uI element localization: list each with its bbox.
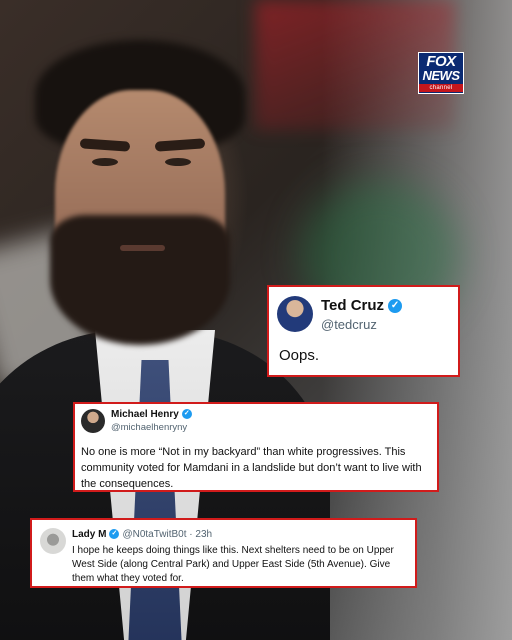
avatar [277, 296, 313, 332]
verified-check-icon: ✓ [181, 409, 192, 420]
tweet-card-michael-henry: Michael Henry ✓ @michaelhenryny No one is… [73, 402, 439, 492]
tweet-author: Ted Cruz ✓ [321, 297, 403, 314]
tweet-author-name: Ted Cruz [321, 297, 385, 314]
avatar [40, 528, 66, 554]
verified-check-icon: ✓ [109, 529, 120, 540]
photo-left-eye [92, 158, 118, 166]
tweet-timestamp: · 23h [189, 529, 213, 540]
tweet-text: No one is more “Not in my backyard” than… [81, 446, 422, 490]
logo-line2: NEWS [422, 68, 461, 83]
fox-news-logo: FOX NEWS channel [418, 52, 464, 94]
tweet-handle: @tedcruz [321, 317, 377, 332]
tweet-author: Lady M ✓ @N0taTwitB0t · 23h [72, 529, 212, 540]
tweet-author-name: Michael Henry [111, 409, 179, 420]
news-graphic: FOX NEWS channel Ted Cruz ✓ @tedcruz Oops… [0, 0, 512, 640]
photo-mouth [120, 245, 165, 251]
avatar [81, 409, 105, 433]
logo-line1: FOX [426, 53, 456, 70]
tweet-handle: @N0taTwitB0t [122, 529, 187, 540]
tweet-card-lady-m: Lady M ✓ @N0taTwitB0t · 23h I hope he keep… [30, 518, 417, 588]
verified-check-icon: ✓ [388, 299, 403, 314]
photo-right-eye [165, 158, 191, 166]
tweet-author-name: Lady M [72, 529, 107, 540]
tweet-handle: @michaelhenryny [111, 422, 188, 433]
tweet-text: I hope he keeps doing things like this. … [72, 545, 394, 584]
tweet-text: Oops. [279, 347, 320, 364]
logo-line3: channel [419, 84, 463, 92]
photo-beard [50, 215, 230, 345]
tweet-author: Michael Henry ✓ [111, 409, 192, 420]
tweet-card-ted-cruz: Ted Cruz ✓ @tedcruz Oops. [267, 285, 460, 377]
